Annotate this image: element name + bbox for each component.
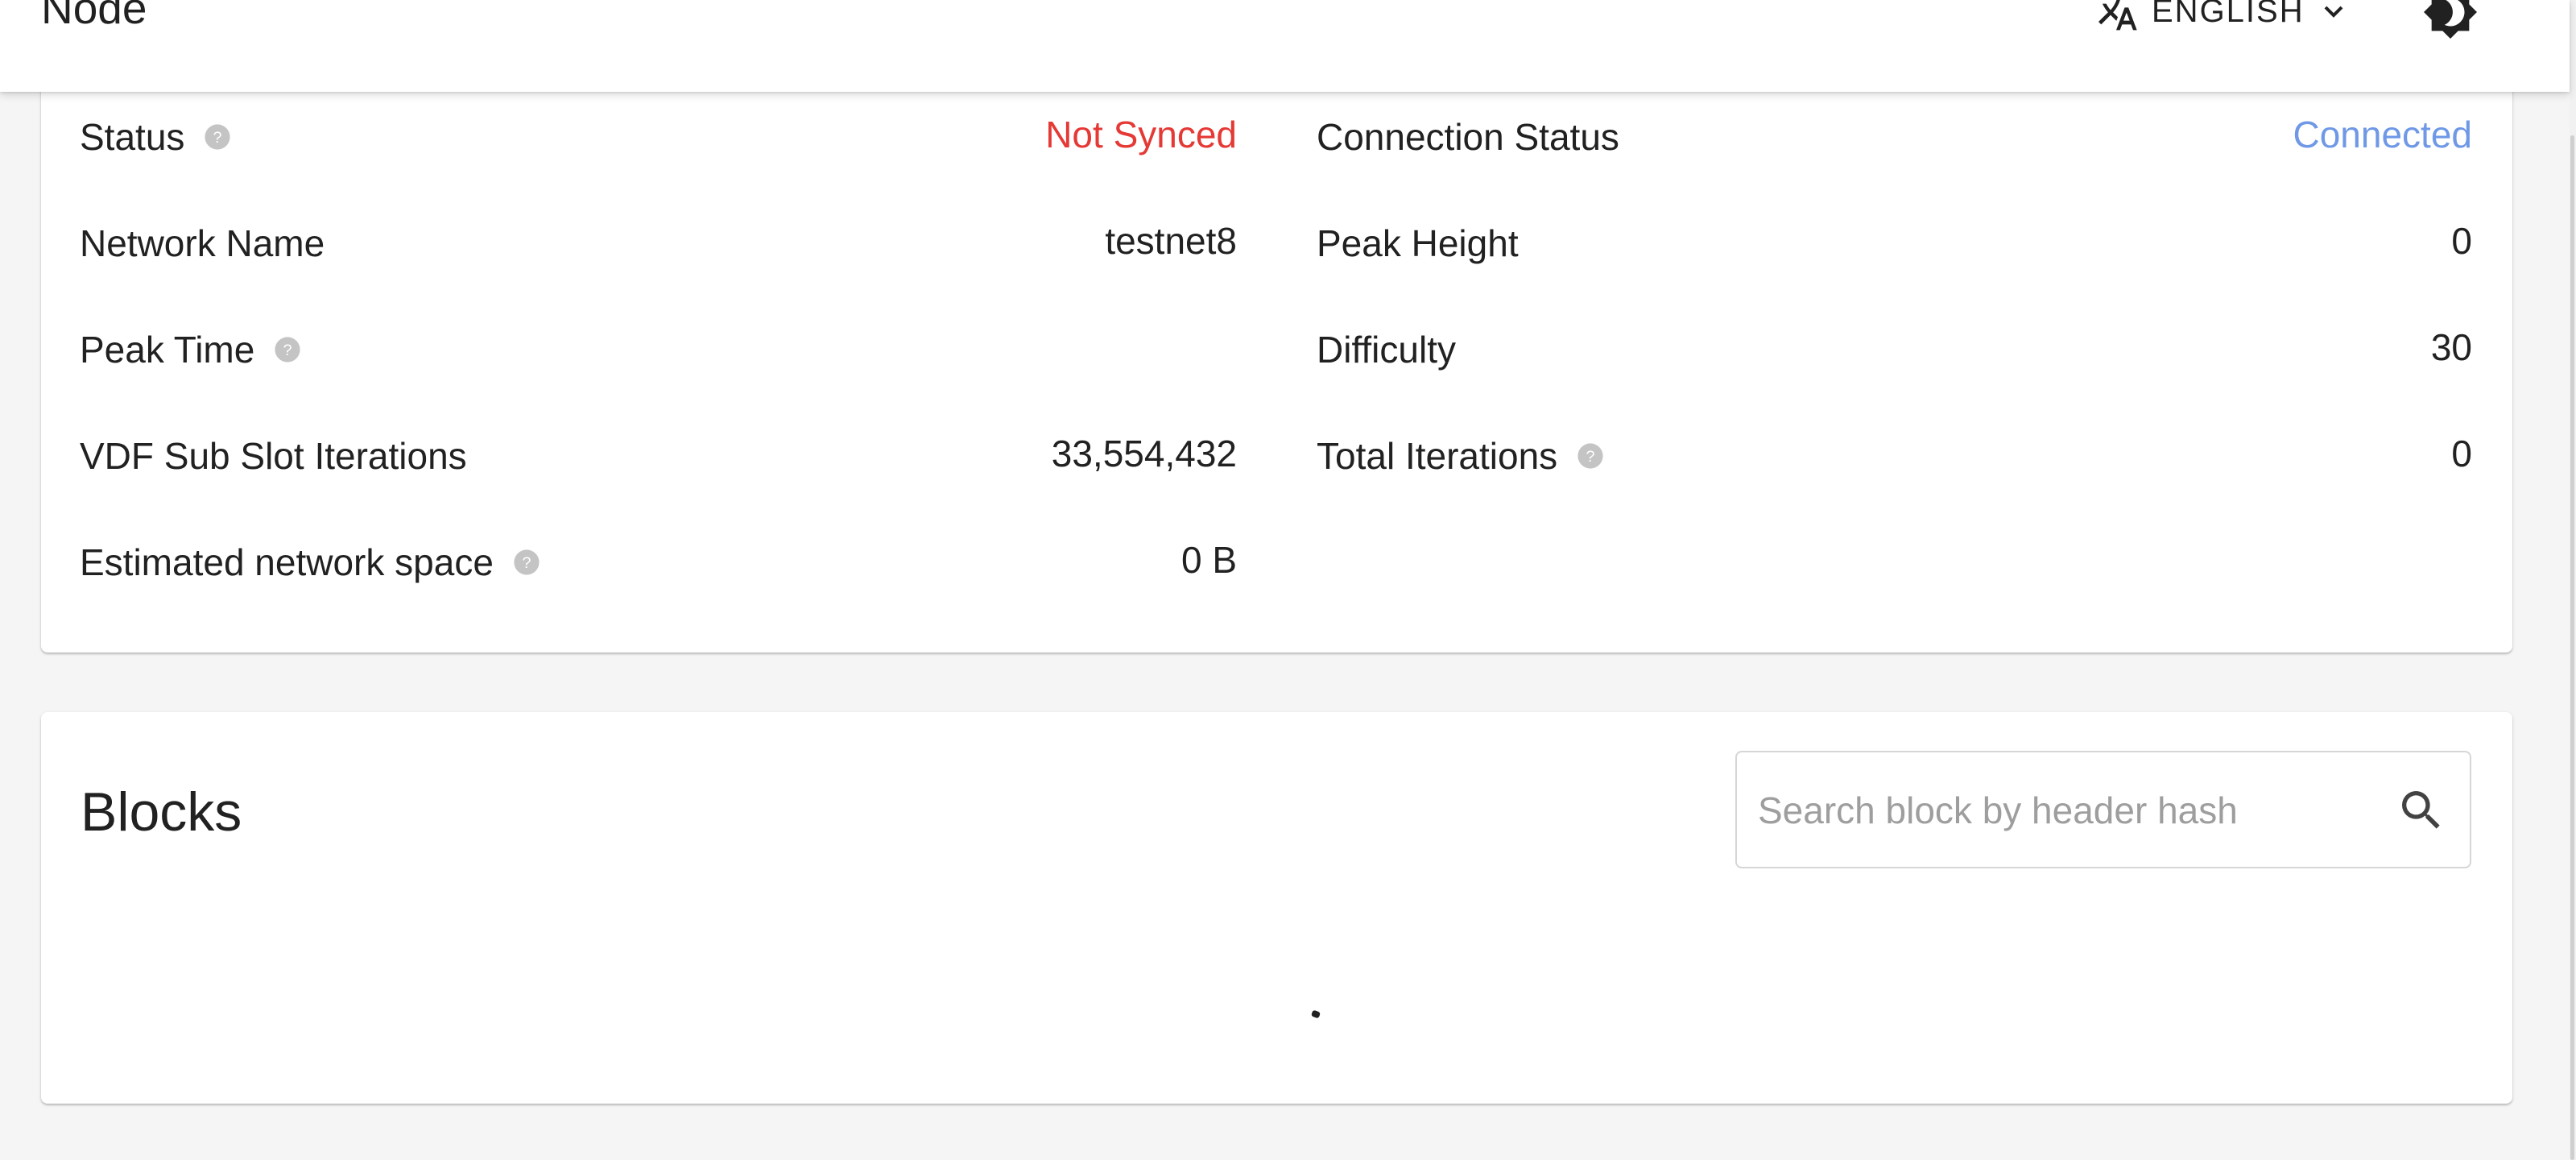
scrollbar-thumb[interactable] bbox=[2570, 135, 2574, 1160]
info-row-total-iterations: Total Iterations ? bbox=[1317, 432, 1604, 480]
page-title: Node bbox=[41, 0, 147, 33]
language-selector[interactable]: ENGLISH bbox=[2094, 0, 2350, 35]
info-row-vdf-sub-slot-iterations: VDF Sub Slot Iterations bbox=[80, 432, 467, 480]
peak-time-label: Peak Time ? bbox=[80, 328, 301, 371]
svg-text:?: ? bbox=[283, 342, 292, 359]
svg-text:?: ? bbox=[213, 129, 222, 147]
estimated-network-space-value: 0 B bbox=[1180, 539, 1237, 581]
help-icon[interactable]: ? bbox=[274, 336, 301, 363]
block-search-field[interactable] bbox=[1735, 751, 2471, 868]
info-row-status: Status ? bbox=[80, 113, 231, 161]
info-row-network-name: Network Name bbox=[80, 219, 325, 267]
search-icon[interactable] bbox=[2396, 785, 2447, 836]
vdf-sub-slot-iterations-value: 33,554,432 bbox=[1051, 433, 1237, 474]
blocks-card: Blocks bbox=[41, 712, 2512, 1104]
connection-status-label: Connection Status bbox=[1317, 116, 1619, 158]
info-row-estimated-network-space: Estimated network space ? bbox=[80, 538, 540, 586]
block-search-input[interactable] bbox=[1756, 781, 2371, 839]
loading-spinner bbox=[1310, 1009, 1321, 1019]
peak-height-value: 0 bbox=[2451, 220, 2472, 262]
info-row-connection-status: Connection Status bbox=[1317, 113, 1619, 161]
status-value: Not Synced bbox=[1045, 114, 1237, 155]
dark-mode-icon[interactable] bbox=[2422, 0, 2479, 40]
difficulty-value: 30 bbox=[2430, 326, 2472, 368]
connection-status-value: Connected bbox=[2293, 114, 2473, 155]
vdf-sub-slot-iterations-label: VDF Sub Slot Iterations bbox=[80, 435, 467, 477]
peak-height-label: Peak Height bbox=[1317, 222, 1519, 264]
estimated-network-space-label: Estimated network space ? bbox=[80, 541, 540, 584]
language-label: ENGLISH bbox=[2152, 0, 2305, 29]
svg-text:?: ? bbox=[1586, 448, 1595, 466]
translate-icon bbox=[2098, 0, 2137, 31]
svg-text:?: ? bbox=[522, 554, 531, 572]
network-name-label: Network Name bbox=[80, 222, 325, 264]
info-row-peak-time: Peak Time ? bbox=[80, 325, 301, 374]
network-name-value: testnet8 bbox=[1105, 220, 1237, 262]
info-row-difficulty: Difficulty bbox=[1317, 325, 1456, 374]
total-iterations-value: 0 bbox=[2451, 433, 2472, 474]
status-label: Status ? bbox=[80, 115, 231, 159]
node-page: Node ENGLISH Status ? Not Synced Network… bbox=[0, 0, 2576, 1160]
chevron-down-icon bbox=[2324, 6, 2343, 18]
top-app-bar: Node ENGLISH bbox=[0, 0, 2570, 92]
node-status-card: Status ? Not Synced Network Name testnet… bbox=[41, 48, 2512, 652]
info-row-peak-height: Peak Height bbox=[1317, 219, 1519, 267]
total-iterations-label: Total Iterations ? bbox=[1317, 434, 1604, 478]
help-icon[interactable]: ? bbox=[204, 123, 231, 151]
help-icon[interactable]: ? bbox=[1577, 442, 1604, 470]
blocks-title: Blocks bbox=[81, 781, 242, 843]
help-icon[interactable]: ? bbox=[513, 549, 540, 576]
difficulty-label: Difficulty bbox=[1317, 329, 1456, 371]
